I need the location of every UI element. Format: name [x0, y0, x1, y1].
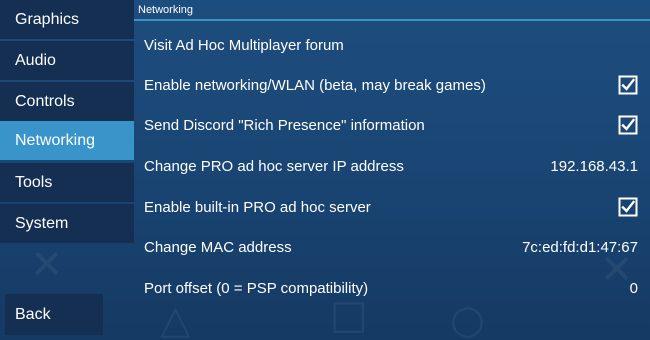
setting-label: Change MAC address — [144, 238, 292, 256]
sidebar-item-label: Audio — [15, 51, 56, 69]
sidebar-item-label: Controls — [15, 92, 75, 110]
section-header: Networking — [134, 0, 650, 21]
section-title: Networking — [138, 3, 194, 16]
setting-row-builtin-adhoc-server[interactable]: Enable built-in PRO ad hoc server — [134, 187, 650, 227]
sidebar-item-system[interactable]: System — [0, 204, 134, 243]
sidebar-item-label: System — [15, 214, 69, 232]
sidebar-item-controls[interactable]: Controls — [0, 82, 134, 121]
setting-row-port-offset[interactable]: Port offset (0 = PSP compatibility) 0 — [134, 268, 650, 308]
port-offset-value: 0 — [629, 279, 638, 297]
mac-address-value: 7c:ed:fd:d1:47:67 — [522, 238, 638, 256]
setting-label: Send Discord "Rich Presence" information — [144, 116, 425, 134]
checkbox-checked-icon — [618, 75, 638, 95]
sidebar-item-audio[interactable]: Audio — [0, 41, 134, 80]
setting-label: Enable networking/WLAN (beta, may break … — [144, 76, 486, 94]
checkbox-checked-icon — [618, 197, 638, 217]
sidebar-item-label: Tools — [15, 173, 53, 191]
adhoc-server-ip-value: 192.168.43.1 — [550, 157, 638, 175]
back-button-label: Back — [15, 305, 51, 323]
networking-settings-panel: Networking Visit Ad Hoc Multiplayer foru… — [134, 0, 650, 310]
setting-label: Change PRO ad hoc server IP address — [144, 157, 404, 175]
setting-label: Port offset (0 = PSP compatibility) — [144, 279, 369, 297]
setting-row-adhoc-forum[interactable]: Visit Ad Hoc Multiplayer forum — [134, 25, 650, 65]
setting-row-adhoc-server-ip[interactable]: Change PRO ad hoc server IP address 192.… — [134, 146, 650, 186]
sidebar-item-tools[interactable]: Tools — [0, 163, 134, 202]
builtin-adhoc-server-checkbox[interactable] — [618, 197, 638, 217]
setting-row-mac-address[interactable]: Change MAC address 7c:ed:fd:d1:47:67 — [134, 227, 650, 267]
back-button[interactable]: Back — [5, 294, 103, 335]
setting-label: Enable built-in PRO ad hoc server — [144, 198, 371, 216]
setting-row-enable-networking[interactable]: Enable networking/WLAN (beta, may break … — [134, 65, 650, 105]
discord-presence-checkbox[interactable] — [618, 115, 638, 135]
sidebar-item-label: Graphics — [15, 10, 80, 28]
setting-row-discord-presence[interactable]: Send Discord "Rich Presence" information — [134, 105, 650, 145]
setting-label: Visit Ad Hoc Multiplayer forum — [144, 36, 344, 54]
settings-sidebar: Graphics Audio Controls Networking Tools… — [0, 0, 134, 340]
sidebar-item-networking[interactable]: Networking — [0, 121, 134, 160]
enable-networking-checkbox[interactable] — [618, 75, 638, 95]
checkbox-checked-icon — [618, 115, 638, 135]
sidebar-item-graphics[interactable]: Graphics — [0, 0, 134, 39]
sidebar-item-label: Networking — [15, 131, 96, 149]
